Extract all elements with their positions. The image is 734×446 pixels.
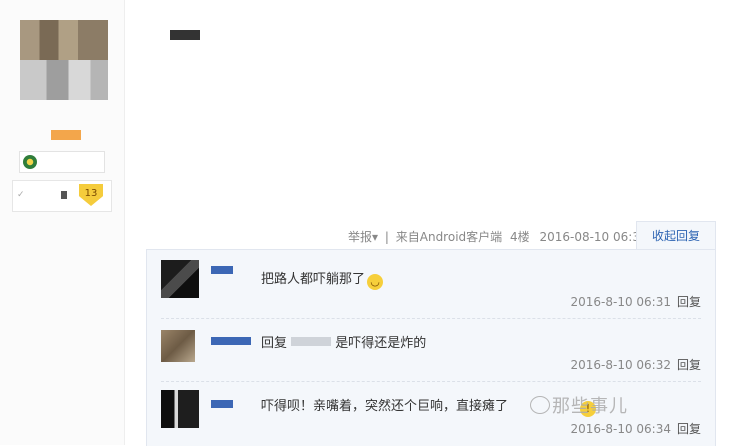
user-sidebar: ✓ 13 — [0, 0, 125, 445]
caret-down-icon[interactable]: ▾ — [372, 230, 378, 244]
collapse-replies-button[interactable]: 收起回复 — [636, 221, 716, 250]
avatar[interactable] — [161, 330, 195, 362]
avatar[interactable] — [161, 260, 199, 298]
stats-mark — [61, 191, 67, 199]
post-meta: 举报▾ | 来自Android客户端 4楼 2016-08-10 06:30 — [348, 228, 648, 245]
reply-button[interactable]: 回复 — [677, 358, 701, 372]
list-item: 把路人都吓躺那了 ◡ 2016-8-10 06:31 回复 — [161, 260, 701, 315]
post-floor: 4楼 — [509, 230, 530, 244]
reply-time: 2016-8-10 06:32 — [570, 358, 671, 372]
reply-time: 2016-8-10 06:31 — [570, 295, 671, 309]
post-source: 来自Android客户端 — [395, 230, 503, 244]
reply-footer: 2016-8-10 06:34 回复 — [570, 420, 701, 437]
list-item: 回复 是吓得还是炸的 2016-8-10 06:32 回复 — [161, 327, 701, 382]
reply-button[interactable]: 回复 — [677, 295, 701, 309]
user-avatar[interactable] — [20, 20, 108, 100]
reply-text: 回复 是吓得还是炸的 — [261, 332, 426, 351]
post-content-redacted — [170, 30, 200, 40]
reply-divider — [161, 318, 701, 319]
report-link[interactable]: 举报 — [348, 230, 372, 244]
reply-button[interactable]: 回复 — [677, 422, 701, 436]
reply-list: 把路人都吓躺那了 ◡ 2016-8-10 06:31 回复 回复 是吓得还是炸的 2… — [146, 249, 716, 446]
reply-username[interactable] — [211, 400, 233, 408]
reply-time: 2016-8-10 06:34 — [570, 422, 671, 436]
smile-emoji-icon: ◡ — [367, 274, 384, 290]
mentioned-user[interactable] — [291, 337, 332, 346]
reply-text-body: 吓得呗！亲嘴着，突然还个巨响，直接瘫了 — [261, 399, 509, 414]
watermark-text: 那些事儿 — [552, 396, 628, 417]
reply-text: 把路人都吓躺那了 ◡ — [261, 268, 384, 290]
reply-username[interactable] — [211, 337, 251, 345]
wechat-icon — [530, 396, 550, 414]
reply-footer: 2016-8-10 06:32 回复 — [570, 356, 701, 373]
reply-text-body: 是吓得还是炸的 — [335, 336, 427, 351]
reply-divider — [161, 381, 701, 382]
medal-box — [19, 151, 105, 173]
username-badge[interactable] — [51, 130, 81, 140]
post-datetime: 2016-08-10 06:30 — [539, 230, 648, 244]
reply-username[interactable] — [211, 266, 233, 274]
avatar[interactable] — [161, 390, 199, 428]
reply-prefix: 回复 — [261, 336, 288, 351]
reply-text-body: 把路人都吓躺那了 — [261, 272, 366, 287]
meta-separator: | — [384, 230, 389, 244]
watermark: 那些事儿 — [530, 392, 628, 418]
user-stats: ✓ 13 — [12, 180, 112, 212]
reply-footer: 2016-8-10 06:31 回复 — [570, 293, 701, 310]
stats-icon: ✓ — [17, 190, 25, 200]
level-badge: 13 — [79, 184, 103, 206]
medal-icon — [23, 155, 37, 169]
